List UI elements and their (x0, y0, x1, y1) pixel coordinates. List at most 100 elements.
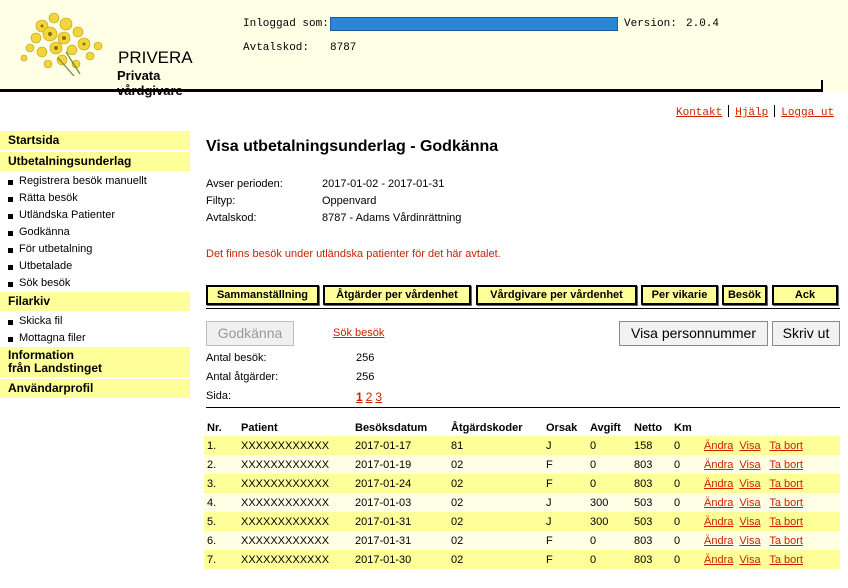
hjalp-link[interactable]: Hjälp (735, 107, 768, 119)
sidebar-item-ratta-besok[interactable]: Rätta besök (0, 190, 190, 207)
visa-link[interactable]: Visa (739, 478, 760, 490)
table-cell: F (543, 550, 587, 569)
table-cell: 02 (448, 455, 543, 474)
sidebar-item-utlandska-patienter[interactable]: Utländska Patienter (0, 207, 190, 224)
bullet-icon (8, 248, 13, 253)
table-action-cell: Visa (736, 455, 767, 474)
column-header: Km (674, 422, 692, 434)
antal-atgarder-label: Antal åtgärder: (206, 371, 279, 383)
ta-bort-link[interactable]: Ta bort (769, 516, 803, 528)
ta-bort-link[interactable]: Ta bort (769, 459, 803, 471)
table-header-row: Nr. Patient Besöksdatum Åtgärdskoder Ors… (204, 420, 840, 436)
table-cell: J (543, 436, 587, 455)
ta-bort-link[interactable]: Ta bort (769, 440, 803, 452)
ta-bort-link[interactable]: Ta bort (769, 554, 803, 566)
visa-link[interactable]: Visa (739, 440, 760, 452)
kontakt-link[interactable]: Kontakt (676, 107, 722, 119)
table-cell: 81 (448, 436, 543, 455)
table-action-cell: Ändra (701, 512, 737, 531)
ta-bort-link[interactable]: Ta bort (769, 497, 803, 509)
table-cell: 0 (671, 531, 701, 550)
godkanna-button[interactable]: Godkänna (206, 321, 294, 346)
avtalskod-value: 8787 - Adams Vårdinrättning (322, 212, 462, 224)
visa-personnummer-button[interactable]: Visa personnummer (619, 321, 768, 346)
sidebar-item-mottagna-filer[interactable]: Mottagna filer (0, 330, 190, 347)
table-cell: 02 (448, 512, 543, 531)
sok-besok-link[interactable]: Sök besök (333, 327, 384, 339)
table-cell: 0 (587, 455, 631, 474)
column-header: Netto (634, 422, 663, 434)
tab-atgarder-per-vardenhet[interactable]: Åtgärder per vårdenhet (323, 285, 471, 305)
table-action-cell: Ta bort (766, 436, 840, 455)
sidebar-item-startsida[interactable]: Startsida (0, 131, 190, 150)
ta-bort-link[interactable]: Ta bort (769, 478, 803, 490)
table-action-cell: Ta bort (766, 493, 840, 512)
visa-link[interactable]: Visa (739, 554, 760, 566)
table-cell: XXXXXXXXXXXX (238, 531, 352, 550)
table-action-cell: Ta bort (766, 550, 840, 569)
andra-link[interactable]: Ändra (704, 440, 733, 452)
table-row: 5. XXXXXXXXXXXX 2017-01-31 02 J 300 503 0 Ändra V… (204, 512, 840, 531)
page-link-1[interactable]: 1 (356, 390, 363, 404)
period-label: Avser perioden: (206, 178, 283, 190)
logga-ut-link[interactable]: Logga ut (781, 107, 834, 119)
table-cell: 0 (671, 512, 701, 531)
flower-logo-icon (20, 12, 103, 77)
table-cell: F (543, 455, 587, 474)
ta-bort-link[interactable]: Ta bort (769, 535, 803, 547)
column-header: Besöksdatum (355, 422, 428, 434)
table-cell: F (543, 474, 587, 493)
andra-link[interactable]: Ändra (704, 459, 733, 471)
table-cell: 0 (671, 455, 701, 474)
version-label: Version: (624, 18, 677, 30)
tab-ack[interactable]: Ack (772, 285, 838, 305)
table-cell: 1. (204, 436, 238, 455)
sidebar-item-sok-besok[interactable]: Sök besök (0, 275, 190, 292)
page-link-3[interactable]: 3 (375, 390, 382, 404)
tab-vardgivare-per-vardenhet[interactable]: Vårdgivare per vårdenhet (476, 285, 637, 305)
tab-sammanstallning[interactable]: Sammanställning (206, 285, 319, 305)
visa-link[interactable]: Visa (739, 459, 760, 471)
table-action-cell: Ändra (701, 493, 737, 512)
avtalskod-label: Avtalskod: (206, 212, 257, 224)
sidebar-item-registrera-besok[interactable]: Registrera besök manuellt (0, 173, 190, 190)
table-cell: 0 (587, 474, 631, 493)
antal-besok-label: Antal besök: (206, 352, 267, 364)
page-link-2[interactable]: 2 (366, 390, 373, 404)
andra-link[interactable]: Ändra (704, 497, 733, 509)
sidebar-item-filarkiv[interactable]: Filarkiv (0, 292, 190, 311)
sidebar-item-anvandarprofil[interactable]: Användarprofil (0, 379, 190, 398)
table-cell: F (543, 531, 587, 550)
sidebar-item-information[interactable]: Information från Landstinget (0, 347, 190, 377)
table-cell: 503 (631, 493, 671, 512)
skriv-ut-button[interactable]: Skriv ut (772, 321, 840, 346)
andra-link[interactable]: Ändra (704, 554, 733, 566)
andra-link[interactable]: Ändra (704, 516, 733, 528)
table-cell: 158 (631, 436, 671, 455)
visa-link[interactable]: Visa (739, 535, 760, 547)
table-action-cell: Ta bort (766, 455, 840, 474)
sidebar-item-utbetalade[interactable]: Utbetalade (0, 258, 190, 275)
period-value: 2017-01-02 - 2017-01-31 (322, 178, 445, 190)
table-action-cell: Visa (736, 436, 767, 455)
column-header: Avgift (590, 422, 621, 434)
visa-link[interactable]: Visa (739, 516, 760, 528)
andra-link[interactable]: Ändra (704, 478, 733, 490)
antal-besok-value: 256 (356, 352, 375, 364)
sidebar-item-godkanna[interactable]: Godkänna (0, 224, 190, 241)
column-header: Patient (241, 422, 278, 434)
tab-per-vikarie[interactable]: Per vikarie (641, 285, 718, 305)
filtyp-label: Filtyp: (206, 195, 236, 207)
besok-table: Nr. Patient Besöksdatum Åtgärdskoder Ors… (204, 420, 840, 569)
sidebar-item-label: Skicka fil (19, 315, 63, 327)
sidebar-item-utbetalningsunderlag[interactable]: Utbetalningsunderlag (0, 152, 190, 171)
sidebar-item-label: Rätta besök (19, 192, 78, 204)
sidebar-item-for-utbetalning[interactable]: För utbetalning (0, 241, 190, 258)
andra-link[interactable]: Ändra (704, 535, 733, 547)
sidebar-item-skicka-fil[interactable]: Skicka fil (0, 313, 190, 330)
table-cell: XXXXXXXXXXXX (238, 436, 352, 455)
column-header: Åtgärdskoder (451, 422, 523, 434)
table-cell: 2017-01-24 (352, 474, 448, 493)
visa-link[interactable]: Visa (739, 497, 760, 509)
tab-besok[interactable]: Besök (722, 285, 767, 305)
